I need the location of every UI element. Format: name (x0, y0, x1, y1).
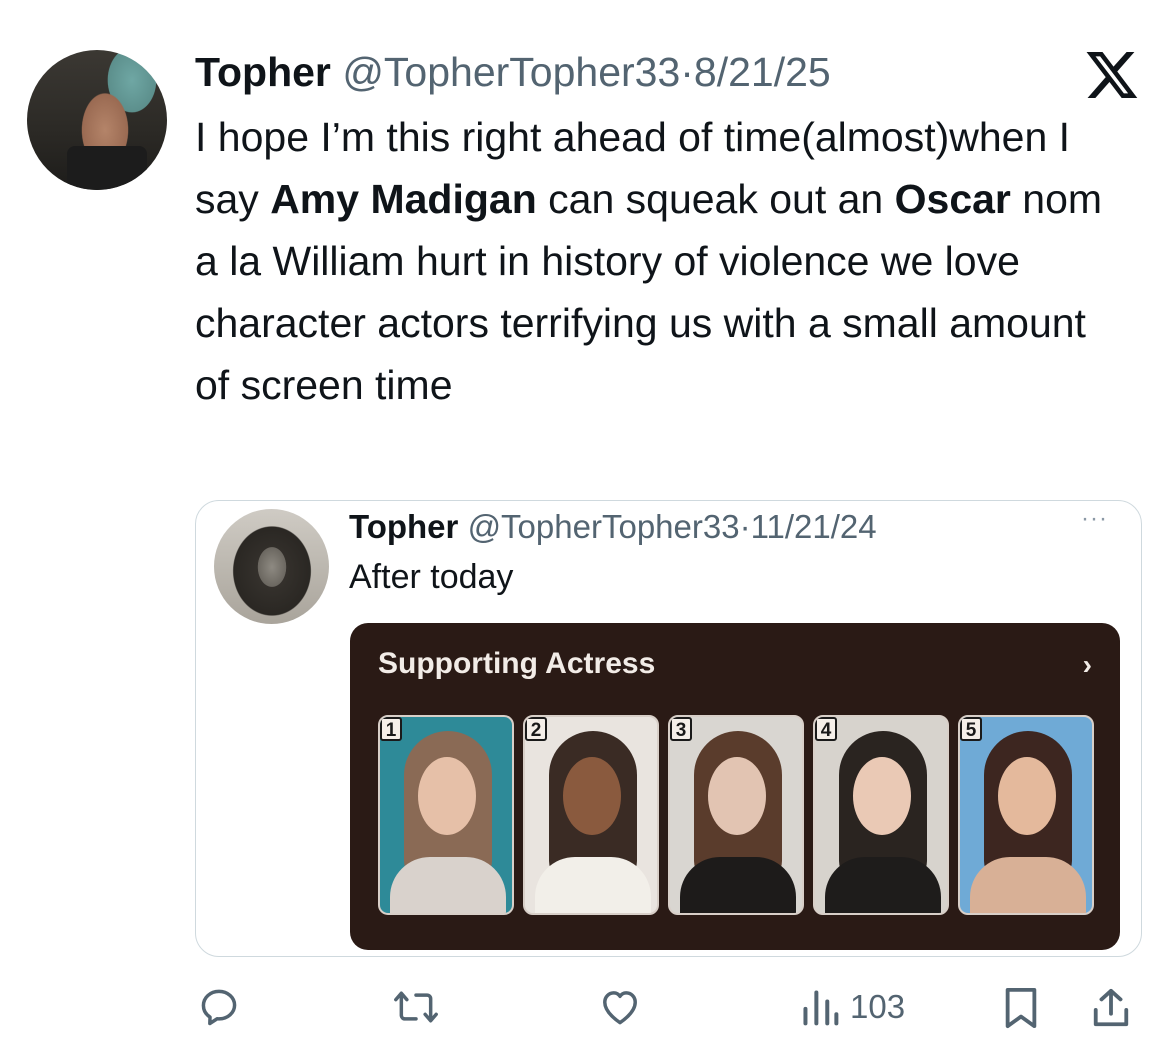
quoted-tweet[interactable]: Topher @TopherTopher33·11/21/24 ··· Afte… (195, 500, 1142, 957)
quoted-author-name[interactable]: Topher (349, 508, 458, 545)
nominee-card: 1 (378, 715, 514, 915)
reply-icon (201, 989, 237, 1026)
bookmark-icon (1005, 987, 1037, 1029)
views-button[interactable]: 103 (800, 985, 905, 1029)
nominee-card: 5 (958, 715, 1094, 915)
chevron-right-icon: › (1082, 649, 1092, 680)
nominee-card: 4 (813, 715, 949, 915)
author-name[interactable]: Topher (195, 49, 331, 95)
reply-button[interactable] (197, 985, 241, 1029)
quoted-tweet-text: After today (349, 558, 514, 596)
profile-avatar[interactable] (27, 50, 167, 190)
share-icon (1093, 988, 1129, 1027)
nominee-face (998, 757, 1056, 835)
tweet-text-bold: Oscar (894, 176, 1011, 222)
nominee-face (418, 757, 476, 835)
nominee-face (563, 757, 621, 835)
nominee-body (535, 857, 651, 913)
tweet-text-bold: Amy Madigan (270, 176, 537, 222)
nominee-face (853, 757, 911, 835)
tweet-header: Topher @TopherTopher33·8/21/25 (195, 46, 831, 98)
nominee-rank-badge: 2 (525, 717, 547, 741)
nominee-body (680, 857, 796, 913)
media-title: Supporting Actress (378, 647, 656, 680)
nominee-rank-badge: 1 (380, 717, 402, 741)
like-button[interactable] (597, 985, 643, 1029)
action-bar: 103 (0, 985, 1170, 1045)
views-icon (803, 990, 839, 1026)
retweet-button[interactable] (392, 985, 440, 1029)
share-button[interactable] (1090, 985, 1132, 1031)
nominee-rank-badge: 4 (815, 717, 837, 741)
quoted-tweet-header: Topher @TopherTopher33·11/21/24 (349, 505, 877, 549)
nominee-body (970, 857, 1086, 913)
nominee-card: 3 (668, 715, 804, 915)
more-options-icon[interactable]: ··· (1081, 505, 1108, 533)
nominee-card: 2 (523, 715, 659, 915)
nominee-body (390, 857, 506, 913)
separator-dot: · (680, 49, 694, 95)
tweet-text: I hope I’m this right ahead of time(almo… (195, 106, 1125, 416)
quoted-separator-dot: · (739, 508, 751, 545)
author-handle[interactable]: @TopherTopher33 (342, 49, 680, 95)
tweet-text-segment: can squeak out an (536, 176, 895, 222)
nominee-face (708, 757, 766, 835)
quoted-author-handle[interactable]: @TopherTopher33 (468, 508, 740, 545)
retweet-icon (394, 991, 438, 1023)
nominee-rank-badge: 5 (960, 717, 982, 741)
quoted-author-avatar[interactable] (214, 509, 329, 624)
quoted-tweet-date[interactable]: 11/21/24 (751, 508, 877, 545)
x-logo-icon (1086, 52, 1138, 98)
like-icon (603, 991, 637, 1025)
bookmark-button[interactable] (1000, 985, 1042, 1031)
nominee-body (825, 857, 941, 913)
tweet-date[interactable]: 8/21/25 (694, 49, 831, 95)
quoted-media-image[interactable]: Supporting Actress › 1 2 3 4 5 (350, 623, 1120, 950)
views-count: 103 (850, 988, 906, 1025)
nominee-rank-badge: 3 (670, 717, 692, 741)
